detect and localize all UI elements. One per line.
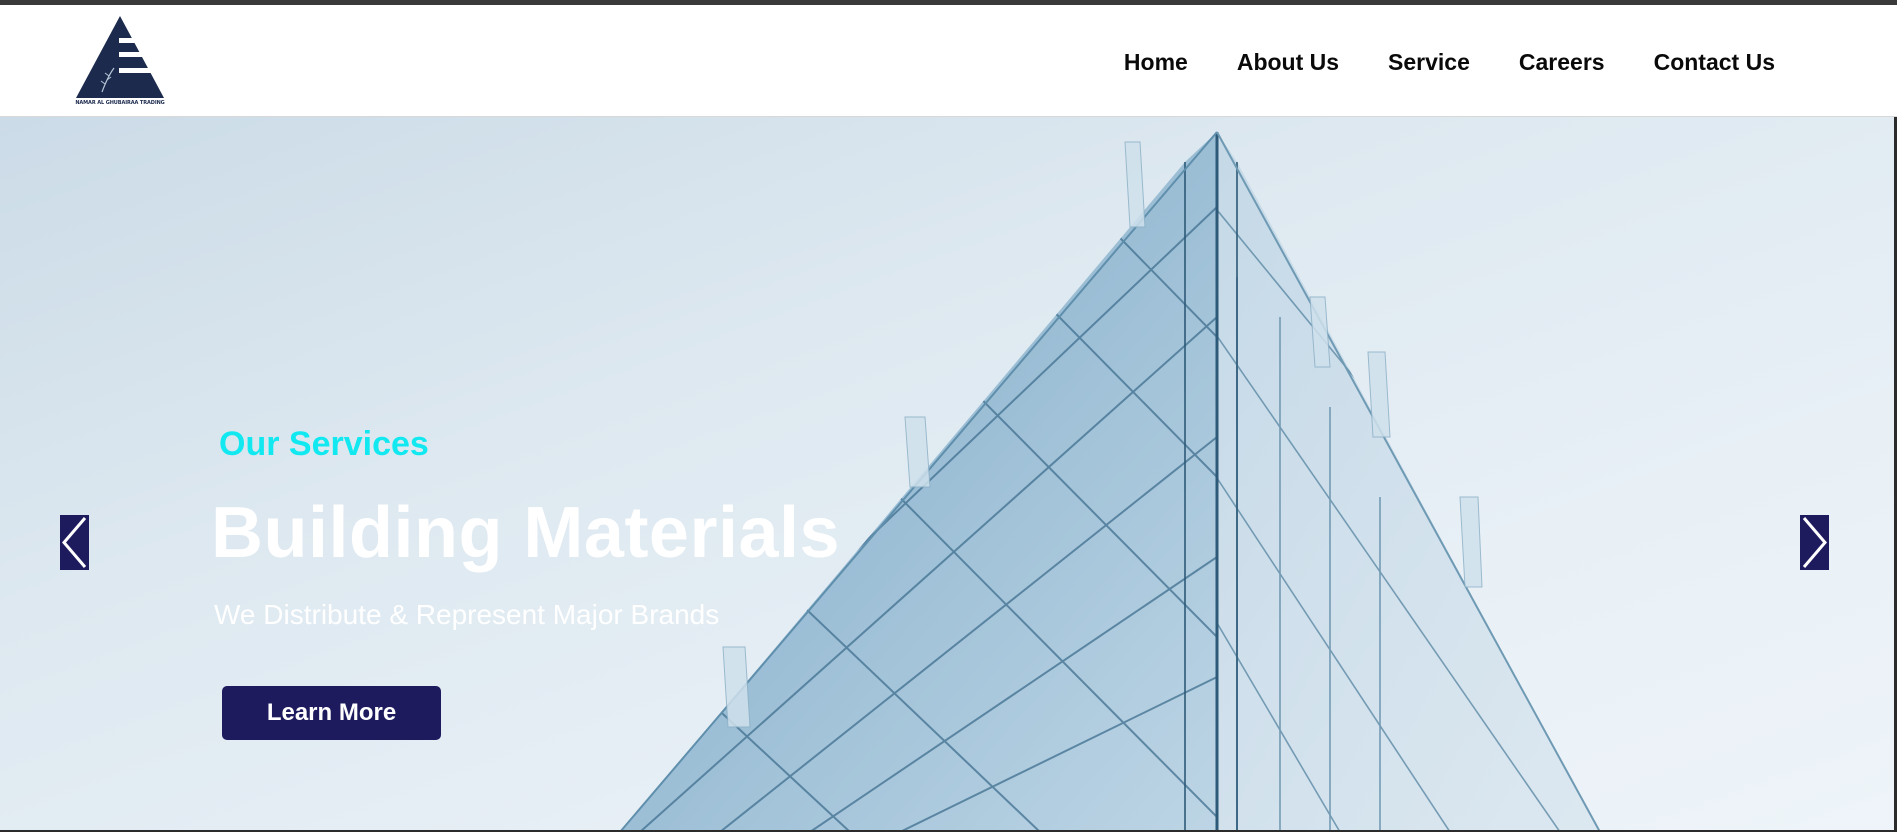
nav-service[interactable]: Service [1388,49,1470,76]
chevron-right-icon [1802,517,1827,568]
slider-prev-button[interactable] [60,515,89,570]
nav-about-us[interactable]: About Us [1237,49,1339,76]
hero-subtitle: We Distribute & Represent Major Brands [214,599,720,630]
hero-slider: Our Services Building Materials We Distr… [0,117,1897,832]
nav-home[interactable]: Home [1124,49,1188,76]
main-nav: Home About Us Service Careers Contact Us [1124,49,1775,76]
company-logo[interactable]: NAMAR AL GHUBAIRAA TRADING [74,14,166,110]
slider-next-button[interactable] [1800,515,1829,570]
learn-more-button[interactable]: Learn More [222,686,441,740]
hero-eyebrow: Our Services [219,425,429,463]
site-header: NAMAR AL GHUBAIRAA TRADING Home About Us… [0,5,1897,117]
hero-headline: Building Materials [211,493,841,573]
logo-triangle-icon [76,16,164,98]
nav-contact-us[interactable]: Contact Us [1654,49,1775,76]
logo-text: NAMAR AL GHUBAIRAA TRADING [75,100,165,106]
chevron-left-icon [62,517,87,568]
nav-careers[interactable]: Careers [1519,49,1605,76]
